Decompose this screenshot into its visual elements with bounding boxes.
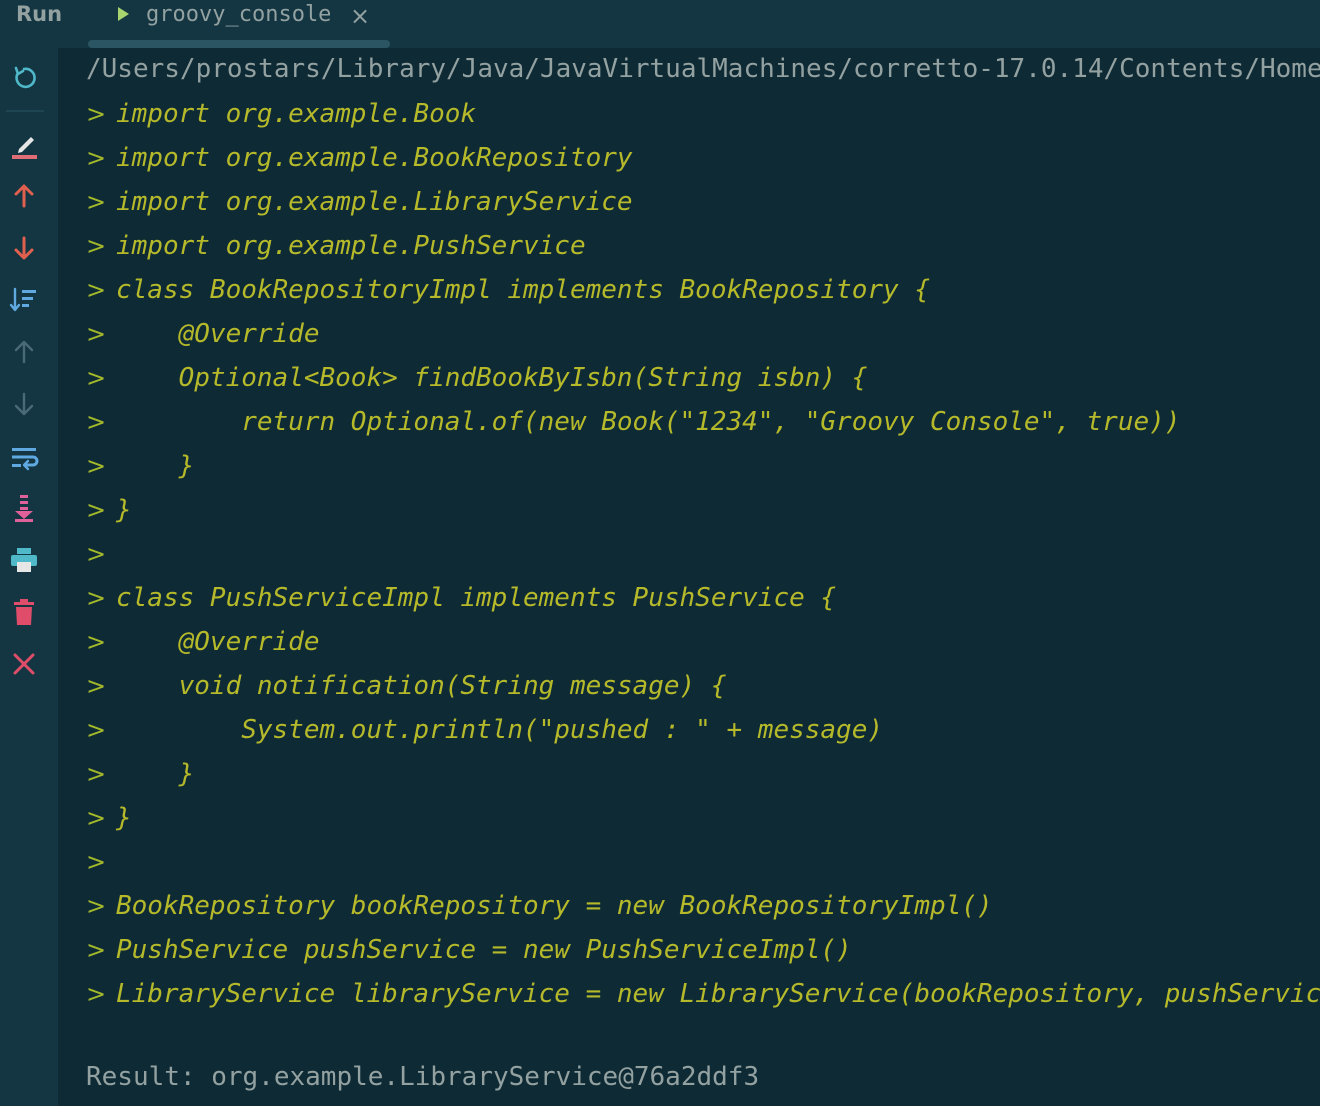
- toolbar-separator: [6, 110, 44, 112]
- code-text: }: [116, 495, 132, 525]
- rerun-icon[interactable]: [6, 60, 42, 96]
- console-line: > System.out.println("pushed : " + messa…: [86, 708, 883, 752]
- code-text: @Override: [116, 627, 320, 657]
- code-text: Optional<Book> findBookByIsbn(String isb…: [116, 363, 868, 393]
- console-line: > import org.example.LibraryService: [86, 180, 633, 224]
- code-text: class BookRepositoryImpl implements Book…: [116, 275, 930, 305]
- next-occurrence-icon[interactable]: [6, 230, 42, 266]
- code-text: }: [116, 759, 195, 789]
- play-icon: [118, 7, 129, 21]
- tab-groovy-console[interactable]: groovy_console ×: [88, 0, 390, 48]
- console-line: > @Override: [86, 312, 320, 356]
- console-line: > @Override: [86, 620, 320, 664]
- console-line: > class BookRepositoryImpl implements Boo…: [86, 268, 930, 312]
- prompt-chevron: >: [86, 144, 107, 172]
- up-stack-frame-icon[interactable]: [6, 334, 42, 370]
- console-line: > void notification(String message) {: [86, 664, 726, 708]
- sort-icon[interactable]: [6, 282, 42, 318]
- run-tool-window: Run groovy_console × /Users/prostars/Lib…: [0, 0, 1320, 1106]
- prompt-chevron: >: [86, 408, 107, 436]
- prompt-chevron: >: [86, 276, 107, 304]
- code-text: PushService pushService = new PushServic…: [116, 935, 852, 965]
- console-line: > Optional<Book> findBookByIsbn(String i…: [86, 356, 867, 400]
- tab-active-indicator: [88, 40, 390, 48]
- tab-bar: Run groovy_console ×: [0, 0, 1320, 48]
- console-line: > }: [86, 444, 194, 488]
- prompt-chevron: >: [86, 452, 107, 480]
- console-line: > class PushServiceImpl implements PushSe…: [86, 576, 836, 620]
- console-line: > }: [86, 752, 194, 796]
- code-text: import org.example.Book: [116, 99, 477, 129]
- prompt-chevron: >: [86, 364, 107, 392]
- edit-configuration-icon[interactable]: [6, 128, 42, 164]
- console-line: > LibraryService libraryService = new Lib…: [86, 972, 1320, 1016]
- console-line: > import org.example.Book: [86, 92, 476, 136]
- console-line: > BookRepository bookRepository = new Boo…: [86, 884, 993, 928]
- soft-wrap-icon[interactable]: [6, 440, 42, 476]
- code-text: class PushServiceImpl implements PushSer…: [116, 583, 837, 613]
- down-stack-frame-icon[interactable]: [6, 386, 42, 422]
- code-text: import org.example.BookRepository: [116, 143, 633, 173]
- run-label: Run: [16, 2, 63, 26]
- code-text: System.out.println("pushed : " + message…: [116, 715, 884, 745]
- prompt-chevron: >: [86, 188, 107, 216]
- code-text: void notification(String message) {: [116, 671, 727, 701]
- prompt-chevron: >: [86, 100, 107, 128]
- console-line: > return Optional.of(new Book("1234", "G…: [86, 400, 1180, 444]
- prompt-chevron: >: [86, 628, 107, 656]
- prompt-chevron: >: [86, 584, 107, 612]
- clear-all-icon[interactable]: [6, 594, 42, 630]
- code-text: }: [116, 803, 132, 833]
- prompt-chevron: >: [86, 892, 107, 920]
- console-line: >: [86, 532, 116, 576]
- prompt-chevron: >: [86, 320, 107, 348]
- result-line: Result: org.example.LibraryService@76a2d…: [86, 1062, 760, 1092]
- console-line: >}: [86, 488, 132, 532]
- prompt-chevron: >: [86, 496, 107, 524]
- code-text: import org.example.LibraryService: [116, 187, 633, 217]
- print-icon[interactable]: [6, 542, 42, 578]
- prompt-chevron: >: [86, 804, 107, 832]
- code-text: BookRepository bookRepository = new Book…: [116, 891, 993, 921]
- console-line: > import org.example.PushService: [86, 224, 586, 268]
- console-output[interactable]: /Users/prostars/Library/Java/JavaVirtual…: [58, 48, 1320, 1106]
- close-icon[interactable]: [6, 646, 42, 682]
- java-path: /Users/prostars/Library/Java/JavaVirtual…: [86, 54, 1320, 84]
- console-line: >}: [86, 796, 132, 840]
- prompt-chevron: >: [86, 936, 107, 964]
- code-text: import org.example.PushService: [116, 231, 586, 261]
- console-toolbar: [0, 48, 58, 1106]
- prompt-chevron: >: [86, 848, 107, 876]
- scroll-to-end-icon[interactable]: [6, 490, 42, 526]
- prompt-chevron: >: [86, 980, 107, 1008]
- console-line: > import org.example.BookRepository: [86, 136, 633, 180]
- code-text: return Optional.of(new Book("1234", "Gro…: [116, 407, 1181, 437]
- previous-occurrence-icon[interactable]: [6, 178, 42, 214]
- code-text: }: [116, 451, 195, 481]
- code-text: LibraryService libraryService = new Libr…: [116, 979, 1320, 1009]
- prompt-chevron: >: [86, 232, 107, 260]
- code-text: @Override: [116, 319, 320, 349]
- prompt-chevron: >: [86, 540, 107, 568]
- console-line: > PushService pushService = new PushServi…: [86, 928, 852, 972]
- console-line: >: [86, 840, 116, 884]
- prompt-chevron: >: [86, 672, 107, 700]
- prompt-chevron: >: [86, 760, 107, 788]
- tab-close-icon[interactable]: ×: [350, 2, 370, 30]
- tab-label: groovy_console: [146, 2, 332, 27]
- prompt-chevron: >: [86, 716, 107, 744]
